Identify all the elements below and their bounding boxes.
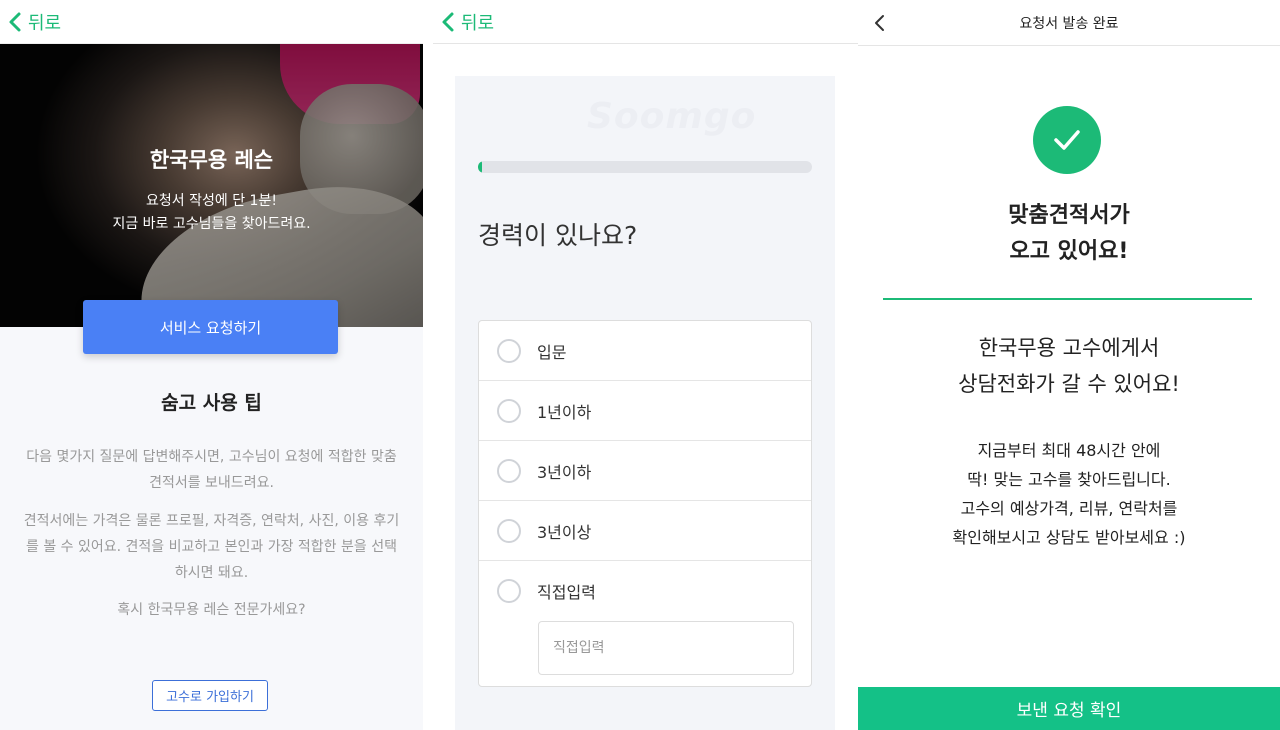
tip-paragraph: 다음 몇가지 질문에 답변해주시면, 고수님이 요청에 적합한 맞춤 견적서를 …	[26, 449, 397, 491]
expert-question: 혹시 한국무용 레슨 전문가세요?	[117, 602, 306, 618]
option-label: 1년이하	[537, 402, 592, 422]
divider	[883, 298, 1252, 300]
soomgo-watermark: Soomgo	[587, 96, 757, 137]
direct-option-row[interactable]: 직접입력	[479, 561, 811, 621]
sub-headline: 한국무용 고수에게서 상담전화가 갈 수 있어요!	[958, 336, 1180, 396]
success-badge	[1033, 106, 1101, 174]
hero-title: 한국무용 레슨	[149, 148, 274, 172]
progress-fill	[478, 161, 482, 173]
hero-subtitle: 요청서 작성에 단 1분! 지금 바로 고수님들을 찾아드려요.	[112, 193, 311, 232]
service-landing-panel: 뒤로 한국무용 레슨 요청서 작성에 단 1분! 지금 바로 고수님들을 찾아드…	[0, 0, 423, 730]
radio-button[interactable]	[497, 398, 521, 423]
radio-button[interactable]	[497, 579, 521, 603]
top-bar: 뒤로	[433, 0, 858, 44]
request-service-button[interactable]: 서비스 요청하기	[83, 300, 338, 354]
option-item[interactable]: 3년이하	[479, 441, 811, 501]
option-item[interactable]: 3년이상	[479, 501, 811, 561]
body-text: 지금부터 최대 48시간 안에 딱! 맞는 고수를 찾아드립니다. 고수의 예상…	[952, 441, 1186, 547]
back-button[interactable]: 뒤로	[8, 9, 61, 35]
headline: 맞춤견적서가 오고 있어요!	[1008, 203, 1130, 264]
option-item[interactable]: 1년이하	[479, 381, 811, 441]
direct-input-field[interactable]	[538, 621, 794, 675]
option-list: 입문 1년이하 3년이하 3년이상 직접입력	[478, 320, 812, 687]
signup-expert-button[interactable]: 고수로 가입하기	[152, 680, 268, 711]
top-bar: 뒤로	[0, 0, 423, 44]
back-button[interactable]: 뒤로	[441, 9, 494, 35]
back-label: 뒤로	[461, 12, 495, 34]
view-sent-request-button[interactable]: 보낸 요청 확인	[858, 687, 1280, 730]
chevron-left-icon	[9, 12, 21, 31]
question-panel: 뒤로 Soomgo 경력이 있나요? 입문 1년이하 3년이하 3년이상 직접입…	[433, 0, 858, 730]
header: 요청서 발송 완료	[858, 0, 1280, 46]
tips-title: 숨고 사용 팁	[161, 392, 262, 414]
page-title: 요청서 발송 완료	[1019, 15, 1119, 32]
option-item-direct: 직접입력	[479, 561, 811, 686]
option-label: 3년이하	[537, 462, 592, 482]
option-label: 입문	[537, 342, 567, 362]
chevron-left-icon[interactable]	[872, 12, 888, 34]
progress-bar	[478, 161, 812, 173]
radio-button[interactable]	[497, 458, 521, 483]
option-label: 직접입력	[537, 583, 596, 602]
tip-paragraph: 견적서에는 가격은 물론 프로필, 자격증, 연락처, 사진, 이용 후기를 볼…	[23, 513, 400, 581]
option-item[interactable]: 입문	[479, 321, 811, 381]
chevron-left-icon	[442, 12, 454, 31]
check-icon	[1054, 130, 1080, 150]
hero-image: 한국무용 레슨 요청서 작성에 단 1분! 지금 바로 고수님들을 찾아드려요.	[0, 44, 423, 327]
question-card: Soomgo 경력이 있나요? 입문 1년이하 3년이하 3년이상 직접입력 직…	[455, 76, 835, 730]
question-title: 경력이 있나요?	[478, 221, 638, 250]
request-sent-panel: 요청서 발송 완료 맞춤견적서가 오고 있어요! 한국무용 고수에게서 상담전화…	[858, 0, 1280, 730]
option-label: 3년이상	[537, 522, 592, 542]
radio-button[interactable]	[497, 338, 521, 363]
back-label: 뒤로	[28, 12, 62, 34]
radio-button[interactable]	[497, 518, 521, 543]
